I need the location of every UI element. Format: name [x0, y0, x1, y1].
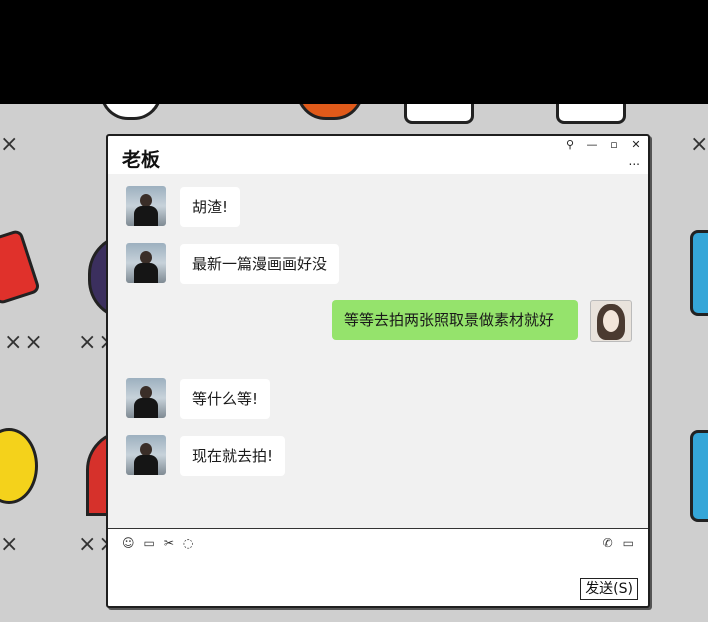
pin-icon[interactable]: ⚲: [564, 138, 576, 151]
doodle-box-2: [556, 104, 626, 124]
doodle-x-1: ×: [0, 132, 21, 157]
call-toolbar: ✆ ▭: [603, 536, 634, 550]
message-bubble: 现在就去拍!: [180, 436, 286, 476]
minimize-icon[interactable]: —: [586, 138, 598, 151]
chat-window: 老板 ⚲ — ▫ ✕ ... 胡渣! 最新一篇漫画画好没 等等去拍两张照取景做素…: [106, 134, 650, 608]
boss-avatar[interactable]: [126, 186, 166, 226]
doodle-white: [100, 104, 162, 120]
boss-avatar[interactable]: [126, 378, 166, 418]
input-toolbar: ☺ ▭ ✂ ◌: [122, 536, 193, 550]
my-avatar[interactable]: [590, 300, 632, 342]
chat-title: 老板: [122, 149, 161, 171]
boss-avatar[interactable]: [126, 243, 166, 283]
chat-history-icon[interactable]: ◌: [183, 536, 193, 550]
more-options-icon[interactable]: ...: [629, 154, 640, 168]
doodle-red-left: [0, 228, 42, 306]
folder-icon[interactable]: ▭: [144, 536, 155, 550]
phone-icon[interactable]: ✆: [603, 536, 613, 550]
message-bubble: 等什么等!: [180, 379, 271, 419]
doodle-x-5: ×: [0, 532, 21, 557]
window-controls: ⚲ — ▫ ✕: [564, 138, 642, 151]
emoji-icon[interactable]: ☺: [122, 536, 135, 550]
message-bubble: 最新一篇漫画画好没: [180, 244, 340, 284]
doodle-orange: [296, 104, 364, 120]
doodle-blue-1: [690, 230, 708, 316]
scissors-icon[interactable]: ✂: [164, 536, 174, 550]
video-icon[interactable]: ▭: [623, 536, 634, 550]
doodle-x-2: ×: [690, 132, 708, 157]
maximize-icon[interactable]: ▫: [608, 138, 620, 151]
top-black-band: [0, 0, 708, 104]
send-button[interactable]: 发送(S): [580, 578, 638, 600]
doodle-yellow: [0, 428, 38, 504]
title-bar: 老板 ⚲ — ▫ ✕ ...: [108, 136, 648, 175]
doodle-x-3: ××: [4, 330, 45, 355]
message-list: 胡渣! 最新一篇漫画画好没 等等去拍两张照取景做素材就好 等什么等! 现在就去拍…: [108, 174, 648, 529]
boss-avatar[interactable]: [126, 435, 166, 475]
doodle-blue-2: [690, 430, 708, 522]
message-bubble-me: 等等去拍两张照取景做素材就好: [332, 300, 578, 340]
message-bubble: 胡渣!: [180, 187, 241, 227]
close-icon[interactable]: ✕: [630, 138, 642, 151]
doodle-box-1: [404, 104, 474, 124]
